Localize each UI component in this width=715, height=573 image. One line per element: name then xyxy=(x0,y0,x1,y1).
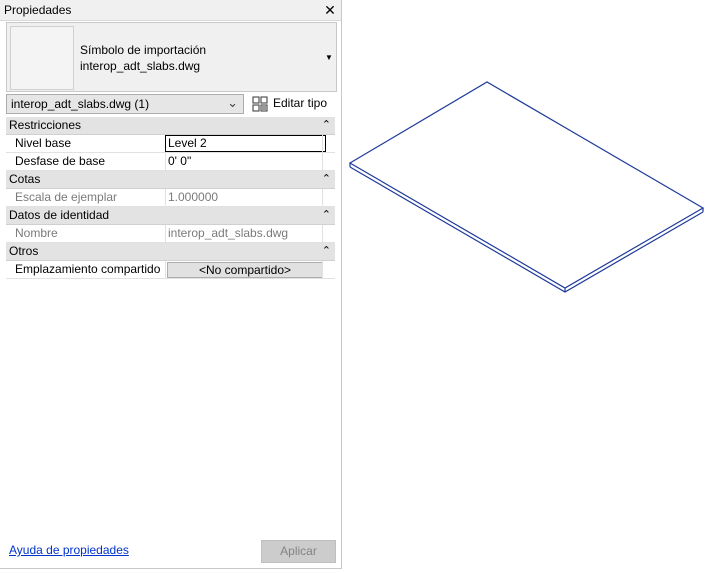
edit-type-label: Editar tipo xyxy=(273,96,328,110)
close-icon[interactable]: ✕ xyxy=(321,1,339,19)
properties-help-link[interactable]: Ayuda de propiedades xyxy=(9,543,129,557)
properties-grid: Restricciones ⌃ Nivel base Level 2 Desfa… xyxy=(6,117,335,279)
type-family: Símbolo de importación xyxy=(80,43,207,57)
param-name: Nivel base xyxy=(15,136,72,150)
param-name: Emplazamiento compartido xyxy=(15,262,161,276)
edit-type-button[interactable]: Editar tipo xyxy=(251,94,333,114)
slab-top-edge xyxy=(348,81,705,289)
instance-filter-dropdown[interactable]: interop_adt_slabs.dwg (1) ⌄ xyxy=(6,94,244,114)
group-otros[interactable]: Otros ⌃ xyxy=(6,243,335,261)
model-viewport[interactable] xyxy=(342,0,715,570)
type-preview-image xyxy=(10,26,74,90)
properties-palette: Propiedades ✕ Símbolo de importación int… xyxy=(0,0,342,569)
name-value: interop_adt_slabs.dwg xyxy=(168,226,289,240)
instance-filter-value: interop_adt_slabs.dwg (1) xyxy=(11,97,150,111)
param-row-name: Nombre interop_adt_slabs.dwg xyxy=(6,225,335,243)
group-label: Datos de identidad xyxy=(9,208,110,222)
collapse-icon[interactable]: ⌃ xyxy=(322,118,331,131)
dropdown-arrow-icon[interactable]: ▼ xyxy=(324,53,334,63)
param-row-shared-site[interactable]: Emplazamiento compartido <No compartido> xyxy=(6,261,335,279)
param-row-instance-scale: Escala de ejemplar 1.000000 xyxy=(6,189,335,207)
param-name: Nombre xyxy=(15,226,58,240)
param-row-base-level[interactable]: Nivel base Level 2 xyxy=(6,135,335,153)
collapse-icon[interactable]: ⌃ xyxy=(322,208,331,221)
group-label: Otros xyxy=(9,244,39,258)
shared-site-button[interactable]: <No compartido> xyxy=(167,262,323,278)
type-selector[interactable]: Símbolo de importación interop_adt_slabs… xyxy=(6,22,337,92)
chevron-down-icon: ⌄ xyxy=(227,95,238,110)
edit-type-icon xyxy=(252,96,268,112)
param-name: Desfase de base xyxy=(15,154,106,168)
collapse-icon[interactable]: ⌃ xyxy=(322,244,331,257)
base-offset-value[interactable]: 0' 0" xyxy=(168,154,191,168)
collapse-icon[interactable]: ⌃ xyxy=(322,172,331,185)
apply-button[interactable]: Aplicar xyxy=(261,540,336,563)
param-row-base-offset[interactable]: Desfase de base 0' 0" xyxy=(6,153,335,171)
slab-bottom-edge xyxy=(349,166,704,293)
group-cotas[interactable]: Cotas ⌃ xyxy=(6,171,335,189)
instance-scale-value: 1.000000 xyxy=(168,190,219,204)
palette-titlebar[interactable]: Propiedades ✕ xyxy=(0,0,341,21)
group-restricciones[interactable]: Restricciones ⌃ xyxy=(6,117,335,135)
type-name: Símbolo de importación interop_adt_slabs… xyxy=(80,42,206,74)
group-label: Cotas xyxy=(9,172,41,186)
palette-title: Propiedades xyxy=(4,3,72,17)
base-level-input[interactable]: Level 2 xyxy=(165,135,326,152)
param-name: Escala de ejemplar xyxy=(15,190,118,204)
group-label: Restricciones xyxy=(9,118,82,132)
imported-slab-outline[interactable] xyxy=(342,0,715,570)
group-datos-identidad[interactable]: Datos de identidad ⌃ xyxy=(6,207,335,225)
type-file: interop_adt_slabs.dwg xyxy=(80,59,201,73)
